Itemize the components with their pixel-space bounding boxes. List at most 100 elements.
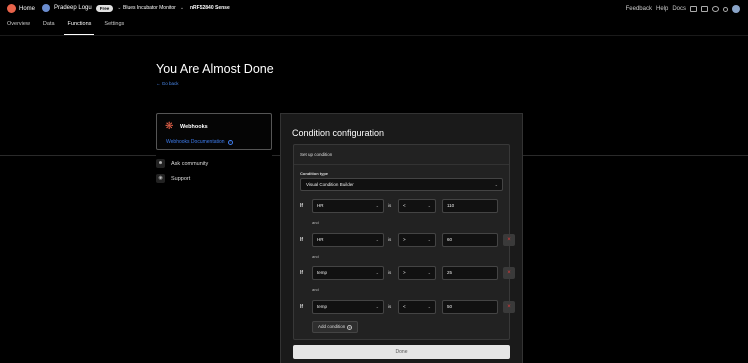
chevron-down-icon: ⌄: [375, 203, 379, 208]
operator-value: <: [403, 203, 406, 208]
if-label: If: [300, 237, 304, 243]
is-label: is: [388, 237, 392, 242]
home-link[interactable]: Home: [0, 4, 35, 13]
chevron-down-icon: ⌄: [375, 304, 379, 309]
device-selector[interactable]: nRF52840 Sense: [190, 5, 230, 11]
setup-divider: [294, 164, 509, 165]
webhook-doc-label: Webhooks Documentation: [166, 139, 225, 145]
chat-icon[interactable]: [701, 6, 708, 12]
value-input[interactable]: 25: [442, 266, 498, 280]
user-name: Pradeep Logu: [54, 5, 92, 11]
condition-type-select[interactable]: Visual Condition Builder ⌄: [300, 178, 503, 191]
is-label: is: [388, 304, 392, 309]
info-icon: i: [227, 139, 233, 145]
chevron-down-icon: ⌄: [427, 304, 431, 309]
field-value: temp: [317, 270, 328, 275]
webhook-title: Webhooks: [180, 124, 208, 130]
operator-select[interactable]: > ⌄: [398, 233, 436, 247]
and-label: and: [312, 254, 319, 259]
is-label: is: [388, 270, 392, 275]
chevron-down-icon: ⌄: [494, 182, 498, 187]
tabs-divider: [0, 35, 748, 36]
is-label: is: [388, 203, 392, 208]
tab-overview[interactable]: Overview: [0, 21, 36, 35]
remove-condition-button[interactable]: ×: [503, 234, 515, 246]
field-select[interactable]: HR ⌄: [312, 199, 384, 213]
condition-type-label: Condition type: [300, 171, 328, 176]
setup-condition-box: Set up condition Condition type Visual C…: [293, 144, 515, 340]
project-selector[interactable]: Blues Incubator Monitor ⌄: [123, 5, 184, 11]
condition-type-value: Visual Condition Builder: [306, 182, 354, 187]
chevron-down-icon: ⌄: [117, 5, 122, 11]
field-value: HR: [317, 237, 324, 242]
support-label: Support: [171, 175, 191, 182]
if-label: If: [300, 203, 304, 209]
webhook-documentation-link[interactable]: Webhooks Documentation i: [166, 139, 233, 145]
settings-icon[interactable]: [712, 6, 719, 12]
ask-community-label: Ask community: [171, 160, 209, 167]
topbar-right-group: Feedback Help Docs: [626, 0, 740, 18]
feedback-link[interactable]: Feedback: [626, 6, 652, 12]
operator-value: <: [403, 304, 406, 309]
app-logo-icon: [7, 4, 16, 13]
tab-data[interactable]: Data: [36, 21, 61, 35]
field-select[interactable]: HR ⌄: [312, 233, 384, 247]
top-navigation-bar: Home Pradeep Logu Free ⌄ Blues Incubator…: [0, 0, 748, 18]
section-tabs: Overview Data Functions Settings: [0, 21, 130, 35]
condition-configuration-panel: Condition configuration Set up condition…: [280, 113, 523, 363]
notifications-icon[interactable]: [723, 6, 728, 12]
add-condition-button[interactable]: Add condition +: [312, 321, 359, 333]
value-input[interactable]: 110: [442, 199, 498, 213]
operator-select[interactable]: < ⌄: [398, 199, 436, 213]
chevron-down-icon: ⌄: [179, 5, 185, 11]
section-divider: [523, 155, 748, 156]
device-name: nRF52840 Sense: [190, 5, 230, 11]
chevron-down-icon: ⌄: [427, 270, 431, 275]
project-name: Blues Incubator Monitor: [123, 5, 176, 11]
section-divider: [272, 155, 280, 156]
if-label: If: [300, 270, 304, 276]
condition-row: If HR ⌄ is < ⌄ 110: [294, 199, 511, 213]
support-icon: ◉: [156, 174, 165, 183]
webhook-card[interactable]: ❋ Webhooks Webhooks Documentation i: [156, 113, 272, 150]
user-avatar-icon: [42, 4, 50, 12]
value-text: 60: [447, 237, 453, 242]
account-avatar[interactable]: [732, 5, 740, 13]
operator-select[interactable]: < ⌄: [398, 300, 436, 314]
help-link[interactable]: Help: [656, 6, 668, 12]
remove-condition-button[interactable]: ×: [503, 267, 515, 279]
add-condition-label: Add condition: [318, 324, 346, 329]
tab-functions[interactable]: Functions: [61, 21, 98, 35]
section-divider: [0, 155, 156, 156]
if-label: If: [300, 304, 304, 310]
community-icon: ☻: [156, 159, 165, 168]
operator-value: >: [403, 270, 406, 275]
value-input[interactable]: 50: [442, 300, 498, 314]
value-text: 110: [447, 203, 455, 208]
camera-icon[interactable]: [690, 6, 697, 12]
user-menu[interactable]: Pradeep Logu Free ⌄: [33, 4, 121, 12]
plus-circle-icon: +: [347, 324, 353, 330]
operator-value: >: [403, 237, 406, 242]
config-title: Condition configuration: [292, 128, 385, 138]
remove-condition-button[interactable]: ×: [503, 301, 515, 313]
page-title: You Are Almost Done: [156, 62, 274, 76]
chevron-down-icon: ⌄: [375, 237, 379, 242]
value-input[interactable]: 60: [442, 233, 498, 247]
support-link[interactable]: ◉ Support: [156, 174, 190, 183]
done-button[interactable]: Done: [293, 345, 510, 359]
webhook-icon: ❋: [165, 121, 174, 132]
condition-row: If temp ⌄ is < ⌄ 50 ×: [294, 300, 515, 314]
go-back-link[interactable]: ← Go back: [156, 81, 179, 86]
operator-select[interactable]: > ⌄: [398, 266, 436, 280]
field-value: temp: [317, 304, 328, 309]
value-text: 25: [447, 270, 453, 275]
field-select[interactable]: temp ⌄: [312, 266, 384, 280]
ask-community-link[interactable]: ☻ Ask community: [156, 159, 208, 168]
field-select[interactable]: temp ⌄: [312, 300, 384, 314]
docs-link[interactable]: Docs: [672, 6, 686, 12]
and-label: and: [312, 287, 319, 292]
tab-settings[interactable]: Settings: [97, 21, 130, 35]
chevron-down-icon: ⌄: [427, 203, 431, 208]
chevron-down-icon: ⌄: [427, 237, 431, 242]
